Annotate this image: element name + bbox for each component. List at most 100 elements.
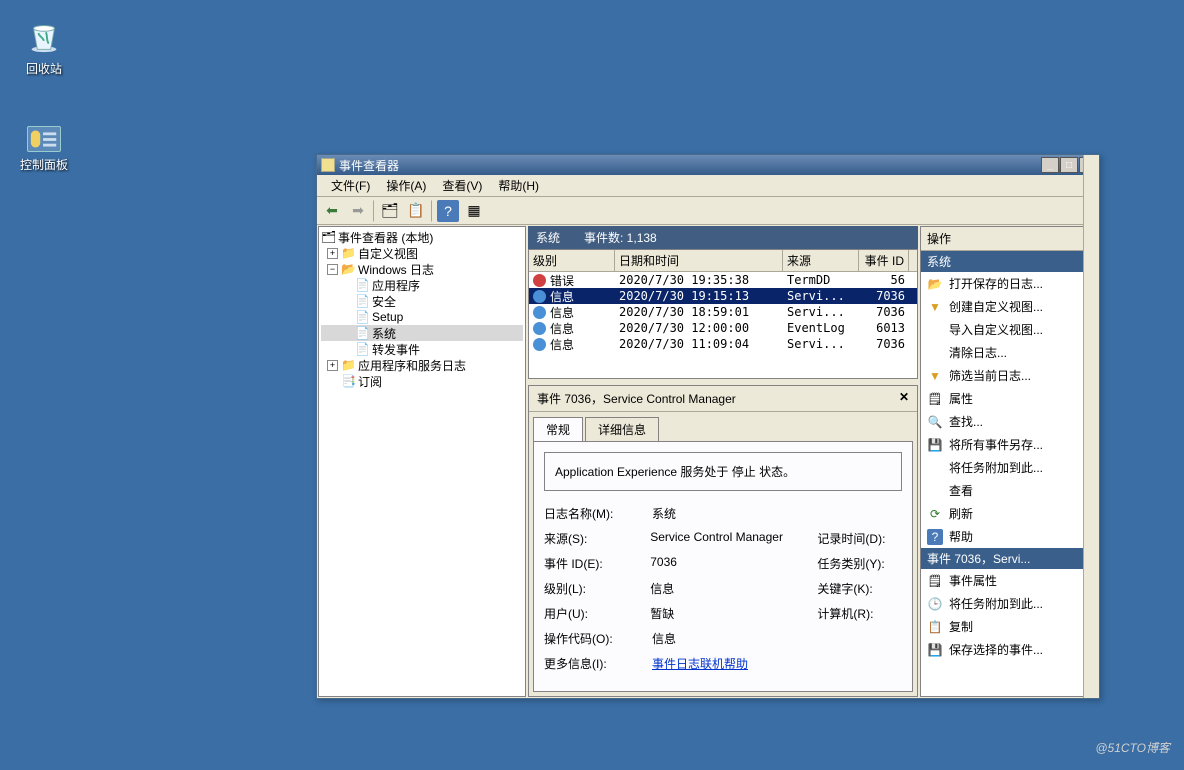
titlebar[interactable]: 事件查看器 _ □ ✕ <box>317 155 1099 175</box>
col-datetime[interactable]: 日期和时间 <box>615 250 783 271</box>
app-icon <box>321 158 335 172</box>
menu-file[interactable]: 文件(F) <box>323 175 378 196</box>
control-panel-label: 控制面板 <box>10 156 78 173</box>
log-icon: 📄 <box>355 326 369 340</box>
list-header-bar: 系统 事件数: 1,138 <box>528 226 918 249</box>
tab-details[interactable]: 详细信息 <box>585 417 659 442</box>
menu-help[interactable]: 帮助(H) <box>490 175 547 196</box>
folder-icon: 📁 <box>341 246 355 260</box>
watermark: @51CTO博客 <box>1095 739 1170 756</box>
action-view[interactable]: 查看▸ <box>921 479 1097 502</box>
action-filter-current[interactable]: ▼筛选当前日志... <box>921 364 1097 387</box>
actions-section-event: 事件 7036，Servi... <box>921 548 1097 569</box>
separator <box>431 200 433 222</box>
minimize-button[interactable]: _ <box>1041 157 1059 173</box>
save-icon: 💾 <box>927 642 943 658</box>
filter-icon: ▼ <box>927 299 943 315</box>
col-source[interactable]: 来源 <box>783 250 859 271</box>
actions-pane: 操作 系统 📂打开保存的日志... ▼创建自定义视图... 导入自定义视图...… <box>920 226 1098 697</box>
event-message: Application Experience 服务处于 停止 状态。 <box>544 452 902 491</box>
copy-icon: 📋 <box>927 619 943 635</box>
event-list[interactable]: 级别 日期和时间 来源 事件 ID 错误2020/7/30 19:35:38Te… <box>528 249 918 379</box>
control-panel[interactable]: 控制面板 <box>10 126 78 173</box>
tree-forwarded[interactable]: 📄转发事件 <box>321 341 523 357</box>
forward-button[interactable]: ➡ <box>347 200 369 222</box>
event-row[interactable]: 信息2020/7/30 11:09:04Servi...7036 <box>529 336 917 352</box>
col-level[interactable]: 级别 <box>529 250 615 271</box>
task-icon: 🕒 <box>927 596 943 612</box>
menu-action[interactable]: 操作(A) <box>378 175 434 196</box>
action-import-custom-view[interactable]: 导入自定义视图... <box>921 318 1097 341</box>
window-title: 事件查看器 <box>339 157 1040 174</box>
level-icon <box>533 306 546 319</box>
tree-windows-logs[interactable]: −📂Windows 日志 <box>321 261 523 277</box>
tree-application[interactable]: 📄应用程序 <box>321 277 523 293</box>
col-eventid[interactable]: 事件 ID <box>859 250 909 271</box>
event-viewer-window: 事件查看器 _ □ ✕ 文件(F) 操作(A) 查看(V) 帮助(H) ⬅ ➡ … <box>316 154 1100 699</box>
properties-button[interactable]: 📋 <box>405 200 427 222</box>
tab-panel-general: Application Experience 服务处于 停止 状态。 日志名称(… <box>533 441 913 692</box>
action-find[interactable]: 🔍查找... <box>921 410 1097 433</box>
detail-close-button[interactable]: ✕ <box>899 390 909 407</box>
actions-section-system: 系统 <box>921 251 1097 272</box>
import-icon <box>927 322 943 338</box>
tree-setup[interactable]: 📄Setup <box>321 309 523 325</box>
action-event-properties[interactable]: 🗒事件属性 <box>921 569 1097 592</box>
properties-icon: 🗒 <box>927 391 943 407</box>
tab-general[interactable]: 常规 <box>533 417 583 442</box>
control-panel-icon <box>27 126 61 152</box>
list-title: 系统 <box>536 229 560 246</box>
action-create-custom-view[interactable]: ▼创建自定义视图... <box>921 295 1097 318</box>
level-icon <box>533 274 546 287</box>
maximize-button[interactable]: □ <box>1060 157 1078 173</box>
actions-header: 操作 <box>921 227 1097 251</box>
open-icon: 📂 <box>927 276 943 292</box>
tree-root[interactable]: 🗂事件查看器 (本地) <box>321 229 523 245</box>
eventviewer-icon: 🗂 <box>321 230 335 244</box>
toolbar: ⬅ ➡ 🗂 📋 ? ▦ <box>317 197 1099 225</box>
list-columns[interactable]: 级别 日期和时间 来源 事件 ID <box>529 250 917 272</box>
tree-custom-views[interactable]: +📁自定义视图 <box>321 245 523 261</box>
action-pane-button[interactable]: ▦ <box>463 200 485 222</box>
tree-subscriptions[interactable]: 📑订阅 <box>321 373 523 389</box>
action-attach-task[interactable]: 将任务附加到此... <box>921 456 1097 479</box>
recycle-bin[interactable]: 回收站 <box>10 16 78 77</box>
tree-app-service-logs[interactable]: +📁应用程序和服务日志 <box>321 357 523 373</box>
action-save-all[interactable]: 💾将所有事件另存... <box>921 433 1097 456</box>
action-attach-task-event[interactable]: 🕒将任务附加到此... <box>921 592 1097 615</box>
action-clear-log[interactable]: 清除日志... <box>921 341 1097 364</box>
refresh-icon: ⟳ <box>927 506 943 522</box>
subscriptions-icon: 📑 <box>341 374 355 388</box>
event-count: 事件数: 1,138 <box>584 229 657 246</box>
action-open-saved[interactable]: 📂打开保存的日志... <box>921 272 1097 295</box>
menu-view[interactable]: 查看(V) <box>434 175 490 196</box>
action-help[interactable]: ?帮助▸ <box>921 525 1097 548</box>
level-icon <box>533 290 546 303</box>
tree-security[interactable]: 📄安全 <box>321 293 523 309</box>
properties-icon: 🗒 <box>927 573 943 589</box>
log-icon: 📄 <box>355 278 369 292</box>
level-icon <box>533 338 546 351</box>
expand-icon[interactable]: + <box>327 360 338 371</box>
navigation-tree[interactable]: 🗂事件查看器 (本地) +📁自定义视图 −📂Windows 日志 📄应用程序 📄… <box>318 226 526 697</box>
show-hide-button[interactable]: 🗂 <box>379 200 401 222</box>
scrollbar[interactable] <box>1083 155 1099 698</box>
back-button[interactable]: ⬅ <box>321 200 343 222</box>
help-button[interactable]: ? <box>437 200 459 222</box>
tree-system[interactable]: 📄系统 <box>321 325 523 341</box>
action-copy[interactable]: 📋复制▸ <box>921 615 1097 638</box>
task-icon <box>927 460 943 476</box>
help-icon: ? <box>927 529 943 545</box>
expand-icon[interactable]: + <box>327 248 338 259</box>
action-properties[interactable]: 🗒属性 <box>921 387 1097 410</box>
folder-icon: 📂 <box>341 262 355 276</box>
more-info-link[interactable]: 事件日志联机帮助 <box>652 655 748 672</box>
menubar: 文件(F) 操作(A) 查看(V) 帮助(H) <box>317 175 1099 197</box>
action-refresh[interactable]: ⟳刷新 <box>921 502 1097 525</box>
action-save-selected[interactable]: 💾保存选择的事件... <box>921 638 1097 661</box>
find-icon: 🔍 <box>927 414 943 430</box>
separator <box>373 200 375 222</box>
collapse-icon[interactable]: − <box>327 264 338 275</box>
log-icon: 📄 <box>355 342 369 356</box>
detail-title: 事件 7036，Service Control Manager <box>537 390 736 407</box>
